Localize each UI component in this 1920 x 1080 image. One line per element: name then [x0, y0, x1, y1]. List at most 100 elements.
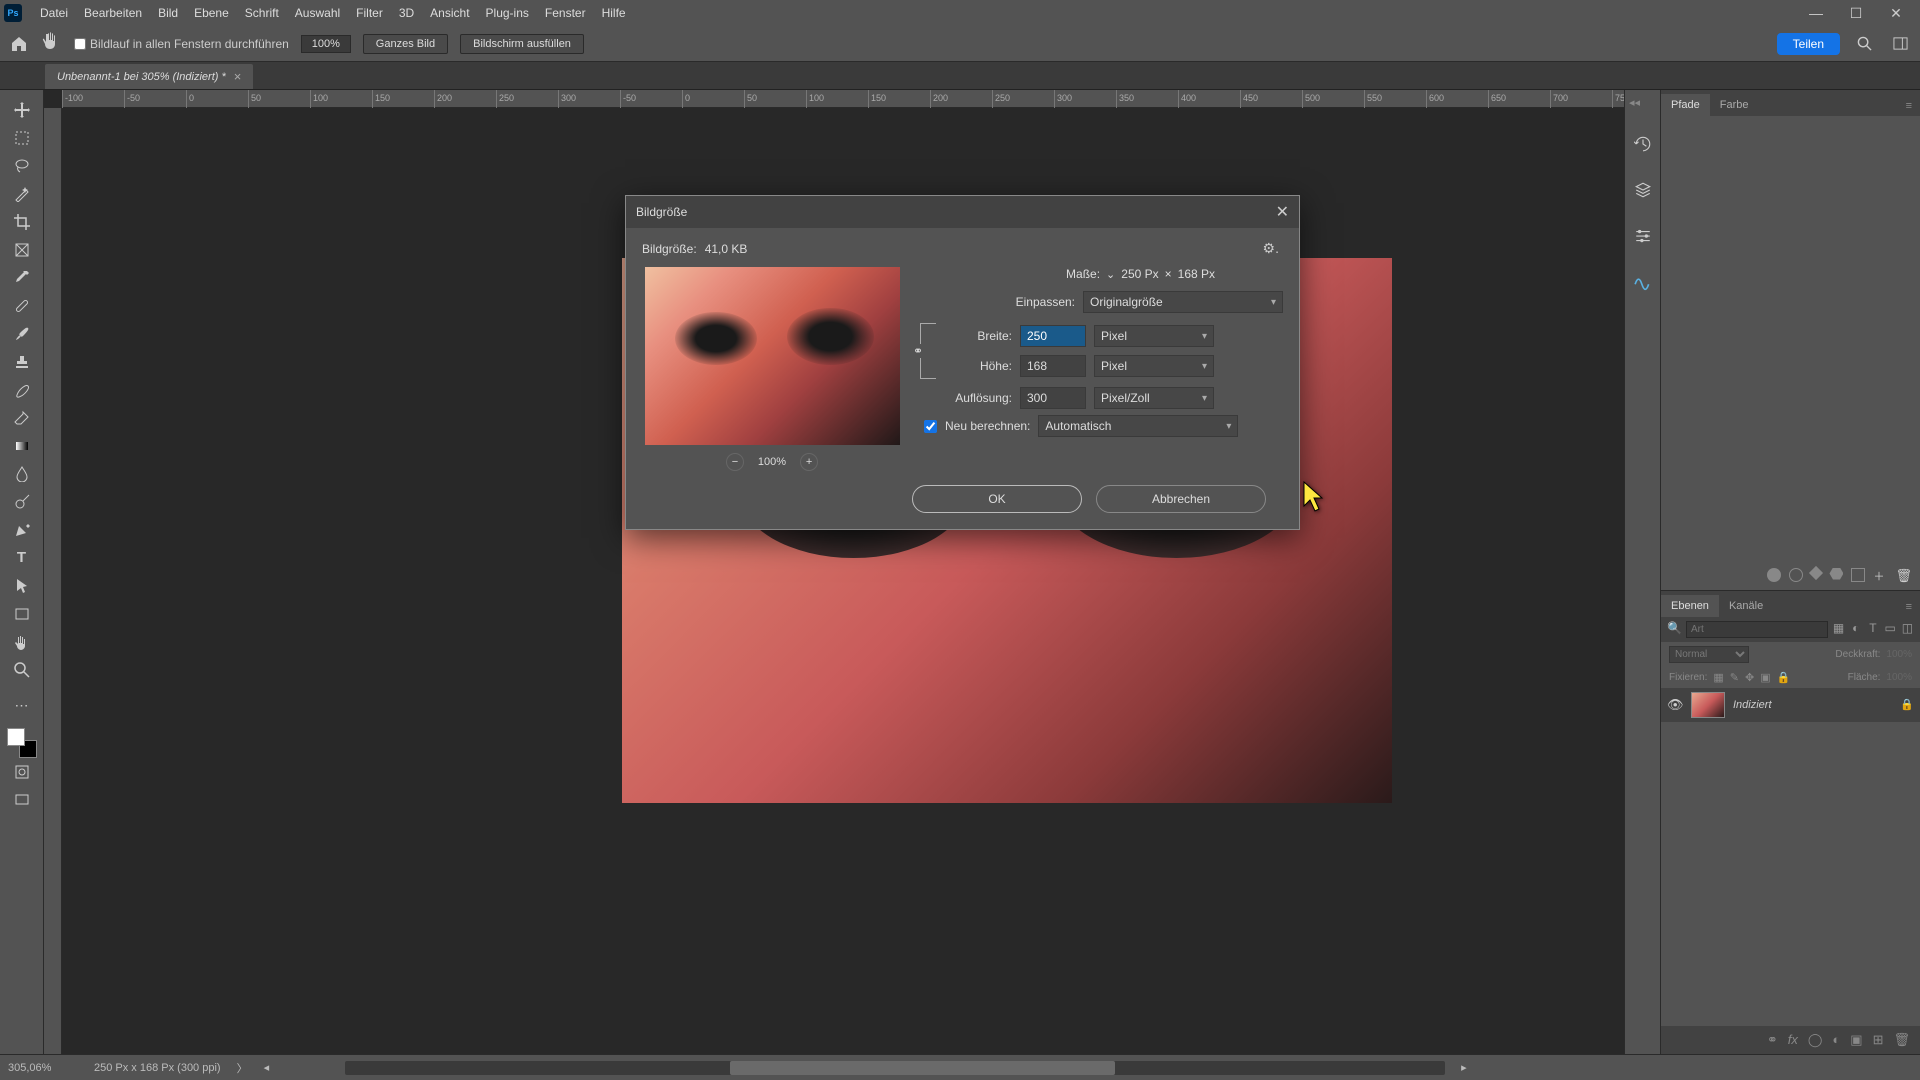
type-tool[interactable]: T — [8, 544, 36, 571]
delete-layer-icon[interactable]: 🗑 — [1893, 1032, 1910, 1048]
layer-fx-icon[interactable]: fx — [1788, 1032, 1798, 1048]
path-hex-icon[interactable] — [1829, 568, 1843, 580]
workspace-button[interactable] — [1888, 32, 1912, 56]
window-maximize[interactable]: ☐ — [1836, 0, 1876, 26]
link-layers-icon[interactable]: ⚭ — [1767, 1032, 1778, 1048]
lock-position-icon[interactable]: ✥ — [1745, 671, 1754, 684]
fill-value[interactable]: 100% — [1886, 672, 1912, 683]
layers-panel-icon[interactable] — [1632, 179, 1654, 201]
lock-artboard-icon[interactable]: ▣ — [1760, 671, 1770, 684]
scroll-all-checkbox[interactable] — [74, 38, 86, 50]
zoom-input[interactable] — [301, 35, 351, 53]
search-button[interactable] — [1852, 32, 1876, 56]
h-scrollbar[interactable] — [345, 1061, 1445, 1075]
menu-view[interactable]: Ansicht — [422, 6, 477, 20]
properties-panel-icon[interactable] — [1632, 225, 1654, 247]
edit-toolbar[interactable]: ⋯ — [8, 692, 36, 719]
menu-filter[interactable]: Filter — [348, 6, 391, 20]
lock-all-icon[interactable]: 🔒 — [1777, 671, 1791, 684]
history-panel-icon[interactable] — [1632, 133, 1654, 155]
foreground-color[interactable] — [7, 728, 25, 746]
window-close[interactable]: ✕ — [1876, 0, 1916, 26]
adjustment-layer-icon[interactable]: ◐ — [1832, 1032, 1840, 1048]
dialog-titlebar[interactable]: Bildgröße ✕ — [626, 196, 1299, 228]
filter-adjust-icon[interactable]: ◐ — [1849, 621, 1862, 637]
blend-mode-select[interactable]: Normal — [1669, 646, 1749, 663]
menu-layer[interactable]: Ebene — [186, 6, 237, 20]
layer-row[interactable]: 👁 Indiziert 🔒 — [1661, 688, 1920, 722]
menu-window[interactable]: Fenster — [537, 6, 594, 20]
lasso-tool[interactable] — [8, 152, 36, 179]
screenmode-toggle[interactable] — [8, 786, 36, 813]
menu-file[interactable]: Datei — [32, 6, 76, 20]
layer-mask-icon[interactable]: ◯ — [1808, 1032, 1823, 1048]
scroll-left[interactable]: ◂ — [264, 1061, 270, 1074]
filter-image-icon[interactable]: ▦ — [1832, 621, 1845, 637]
layer-thumbnail[interactable] — [1691, 692, 1725, 718]
cancel-button[interactable]: Abbrechen — [1096, 485, 1266, 513]
quickmask-toggle[interactable] — [8, 758, 36, 785]
tab-close[interactable]: × — [234, 69, 242, 84]
resolution-unit-select[interactable]: Pixel/Zoll — [1094, 387, 1214, 409]
tab-paths[interactable]: Pfade — [1661, 94, 1710, 116]
menu-type[interactable]: Schrift — [237, 6, 287, 20]
tab-channels[interactable]: Kanäle — [1719, 595, 1773, 617]
width-input[interactable] — [1020, 325, 1086, 347]
scroll-right[interactable]: ▸ — [1461, 1061, 1467, 1074]
resolution-input[interactable] — [1020, 387, 1086, 409]
move-tool[interactable] — [8, 96, 36, 123]
wand-tool[interactable] — [8, 180, 36, 207]
path-stroke-icon[interactable] — [1789, 568, 1803, 582]
marquee-tool[interactable] — [8, 124, 36, 151]
width-unit-select[interactable]: Pixel — [1094, 325, 1214, 347]
status-chevron[interactable]: 〉 — [237, 1060, 248, 1076]
filter-type-icon[interactable]: T — [1866, 621, 1879, 637]
resample-select[interactable]: Automatisch — [1038, 415, 1238, 437]
path-new-icon[interactable]: ＋ — [1873, 568, 1887, 582]
resample-checkbox[interactable] — [924, 420, 937, 433]
tab-color[interactable]: Farbe — [1710, 94, 1759, 116]
color-swatches[interactable] — [7, 728, 37, 758]
document-tab[interactable]: Unbenannt-1 bei 305% (Indiziert) * × — [45, 64, 253, 89]
crop-tool[interactable] — [8, 208, 36, 235]
dodge-tool[interactable] — [8, 488, 36, 515]
path-fill-icon[interactable] — [1767, 568, 1781, 582]
home-button[interactable] — [8, 33, 30, 55]
stamp-tool[interactable] — [8, 348, 36, 375]
frame-tool[interactable] — [8, 236, 36, 263]
fit-select[interactable]: Originalgröße — [1083, 291, 1283, 313]
dialog-close[interactable]: ✕ — [1276, 202, 1289, 222]
eyedropper-tool[interactable] — [8, 264, 36, 291]
menu-plugins[interactable]: Plug-ins — [478, 6, 537, 20]
gradient-tool[interactable] — [8, 432, 36, 459]
whole-image-button[interactable]: Ganzes Bild — [363, 34, 448, 54]
menu-edit[interactable]: Bearbeiten — [76, 6, 150, 20]
preview-zoom-out[interactable]: − — [726, 453, 744, 471]
menu-3d[interactable]: 3D — [391, 6, 422, 20]
blur-tool[interactable] — [8, 460, 36, 487]
menu-image[interactable]: Bild — [150, 6, 186, 20]
aspect-link[interactable] — [920, 323, 936, 379]
menu-help[interactable]: Hilfe — [594, 6, 634, 20]
hand-tool[interactable] — [8, 628, 36, 655]
filter-smart-icon[interactable]: ◫ — [1901, 621, 1914, 637]
window-minimize[interactable]: — — [1796, 0, 1836, 26]
dialog-settings[interactable]: ⚙. — [1263, 240, 1279, 257]
filter-shape-icon[interactable]: ▭ — [1884, 621, 1897, 637]
layers-panel-menu[interactable]: ≡ — [1898, 597, 1920, 617]
lock-transparent-icon[interactable]: ▦ — [1713, 671, 1723, 684]
height-input[interactable] — [1020, 355, 1086, 377]
group-icon[interactable]: ▣ — [1850, 1032, 1862, 1048]
fill-screen-button[interactable]: Bildschirm ausfüllen — [460, 34, 584, 54]
path-diamond-icon[interactable] — [1809, 565, 1823, 579]
zoom-tool[interactable] — [8, 656, 36, 683]
pen-tool[interactable] — [8, 516, 36, 543]
healing-tool[interactable] — [8, 292, 36, 319]
rectangle-tool[interactable] — [8, 600, 36, 627]
menu-select[interactable]: Auswahl — [287, 6, 348, 20]
height-unit-select[interactable]: Pixel — [1094, 355, 1214, 377]
path-select-tool[interactable] — [8, 572, 36, 599]
ok-button[interactable]: OK — [912, 485, 1082, 513]
layer-name[interactable]: Indiziert — [1733, 699, 1772, 711]
path-mask-icon[interactable] — [1851, 568, 1865, 582]
